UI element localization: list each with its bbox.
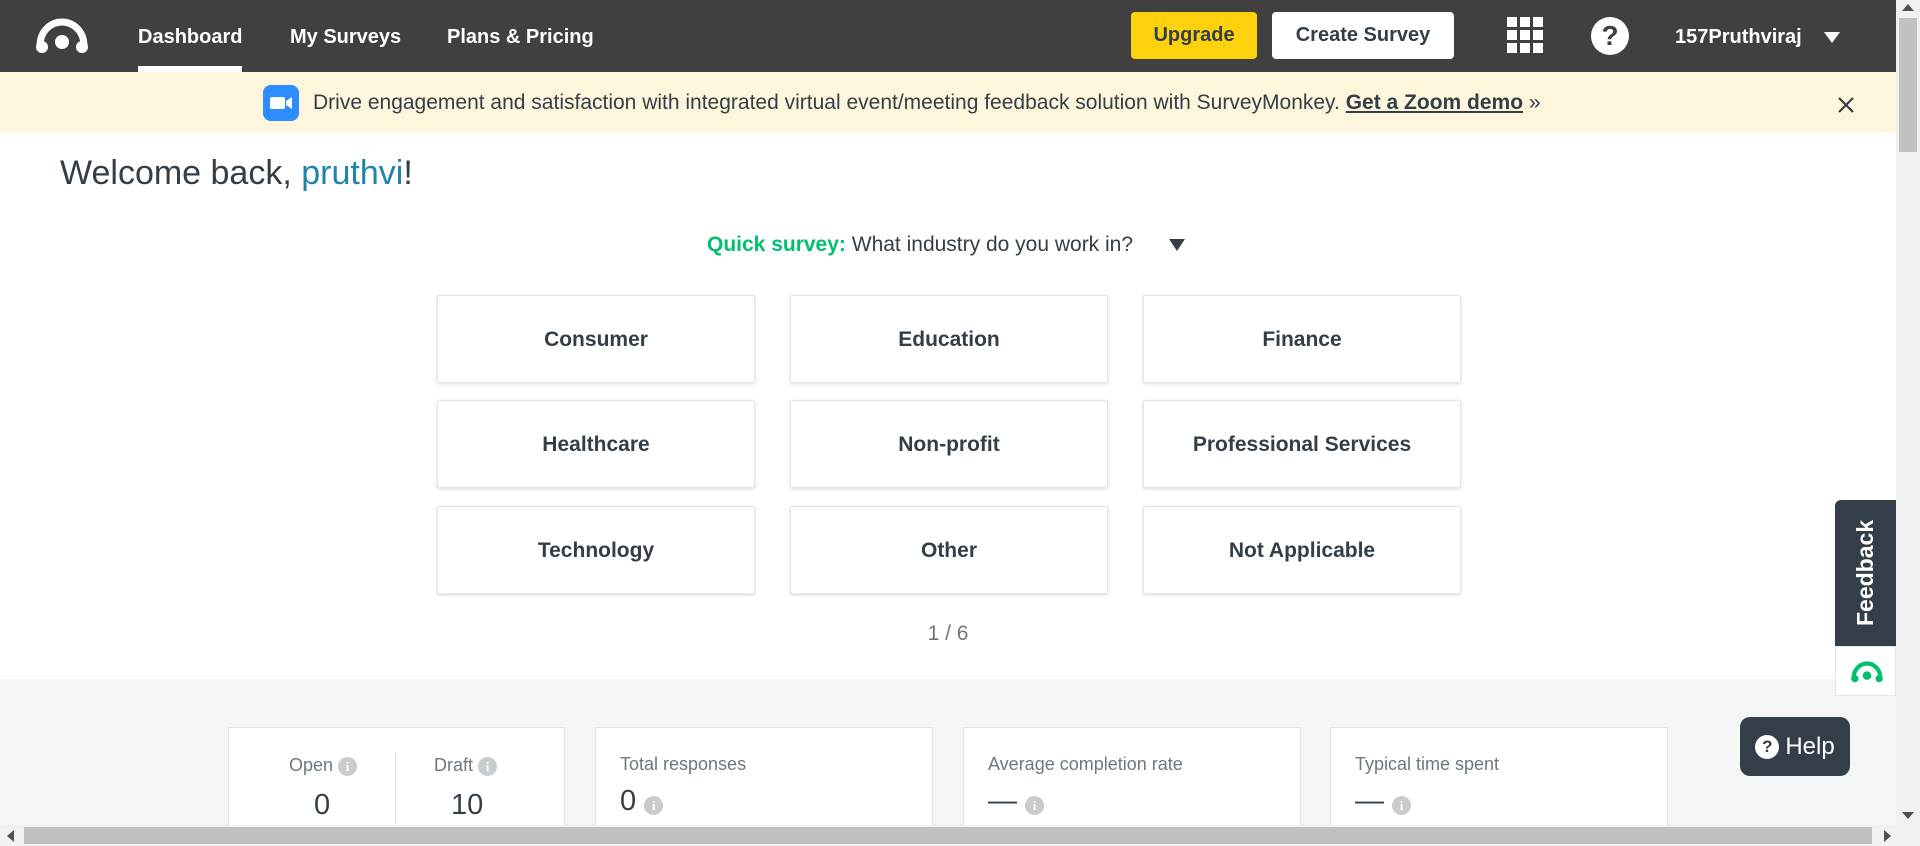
- typical-time-number: —: [1355, 785, 1384, 817]
- option-education[interactable]: Education: [790, 295, 1108, 383]
- total-responses-label: Total responses: [620, 754, 747, 774]
- banner-message: Drive engagement and satisfaction with i…: [313, 72, 1541, 133]
- draft-label: Draft i: [434, 755, 498, 776]
- option-consumer[interactable]: Consumer: [437, 295, 755, 383]
- banner-link-suffix: »: [1528, 91, 1541, 114]
- typical-time-value: — i: [1355, 785, 1412, 818]
- promo-banner: Drive engagement and satisfaction with i…: [0, 72, 1896, 133]
- surveymonkey-logo-icon: [1851, 661, 1883, 683]
- total-responses-number: 0: [620, 785, 637, 817]
- info-icon[interactable]: i: [1025, 796, 1045, 815]
- open-count[interactable]: 0: [314, 789, 330, 822]
- help-circle-icon[interactable]: ?: [1591, 17, 1629, 55]
- top-navbar: Dashboard My Surveys Plans & Pricing Upg…: [0, 0, 1896, 72]
- caret-down-icon[interactable]: [1824, 32, 1840, 43]
- welcome-heading: Welcome back, pruthvi!: [60, 154, 413, 193]
- typical-time-label: Typical time spent: [1355, 754, 1500, 774]
- open-label: Open i: [289, 755, 358, 776]
- info-icon[interactable]: i: [1392, 796, 1412, 815]
- quick-survey-label: Quick survey:: [707, 233, 846, 256]
- option-healthcare[interactable]: Healthcare: [437, 400, 755, 488]
- help-label: Help: [1785, 732, 1835, 760]
- open-label-text: Open: [289, 755, 334, 775]
- info-icon[interactable]: i: [338, 757, 358, 776]
- info-icon[interactable]: i: [478, 757, 498, 776]
- option-non-profit[interactable]: Non-profit: [790, 400, 1108, 488]
- vertical-scrollbar-thumb[interactable]: [1899, 18, 1917, 152]
- zoom-video-icon: [263, 85, 299, 121]
- card-divider: [395, 752, 396, 825]
- quick-survey-header[interactable]: Quick survey: What industry do you work …: [707, 230, 1133, 260]
- option-professional-services[interactable]: Professional Services: [1143, 400, 1461, 488]
- nav-dashboard[interactable]: Dashboard: [138, 0, 243, 72]
- option-technology[interactable]: Technology: [437, 506, 755, 594]
- scroll-right-arrow-icon[interactable]: [1884, 830, 1891, 842]
- scroll-up-arrow-icon[interactable]: [1902, 4, 1914, 11]
- nav-plans-pricing[interactable]: Plans & Pricing: [447, 0, 594, 72]
- welcome-suffix: !: [403, 154, 413, 192]
- welcome-username: pruthvi: [301, 154, 404, 192]
- caret-down-icon[interactable]: [1169, 239, 1185, 251]
- total-responses-value: 0 i: [620, 785, 664, 818]
- info-icon[interactable]: i: [644, 796, 664, 815]
- upgrade-button[interactable]: Upgrade: [1131, 12, 1257, 59]
- option-other[interactable]: Other: [790, 506, 1108, 594]
- option-finance[interactable]: Finance: [1143, 295, 1461, 383]
- quick-survey-question: What industry do you work in?: [851, 233, 1134, 256]
- quick-survey-pager: 1 / 6: [927, 622, 969, 645]
- scroll-left-arrow-icon[interactable]: [7, 830, 14, 842]
- zoom-demo-link[interactable]: Get a Zoom demo: [1346, 91, 1523, 114]
- avg-completion-value: — i: [988, 785, 1045, 818]
- surveymonkey-logo-icon[interactable]: [34, 16, 90, 56]
- scroll-down-arrow-icon[interactable]: [1902, 812, 1914, 819]
- create-survey-button[interactable]: Create Survey: [1272, 12, 1454, 59]
- user-menu[interactable]: 157Pruthviraj: [1675, 0, 1802, 72]
- help-button[interactable]: ? Help: [1740, 717, 1850, 776]
- banner-text: Drive engagement and satisfaction with i…: [313, 91, 1340, 114]
- feedback-logo[interactable]: [1835, 646, 1896, 696]
- survey-status-card: [228, 727, 565, 825]
- welcome-prefix: Welcome back,: [60, 154, 292, 192]
- feedback-label[interactable]: Feedback: [1835, 500, 1896, 646]
- close-icon[interactable]: [1833, 92, 1859, 118]
- horizontal-scrollbar-thumb[interactable]: [24, 827, 1872, 844]
- nav-my-surveys[interactable]: My Surveys: [290, 0, 401, 72]
- draft-label-text: Draft: [434, 755, 474, 775]
- option-not-applicable[interactable]: Not Applicable: [1143, 506, 1461, 594]
- help-circle-icon: ?: [1755, 734, 1780, 759]
- draft-count[interactable]: 10: [451, 789, 483, 822]
- avg-completion-number: —: [988, 785, 1017, 817]
- avg-completion-label: Average completion rate: [988, 754, 1183, 774]
- apps-grid-icon[interactable]: [1506, 16, 1544, 54]
